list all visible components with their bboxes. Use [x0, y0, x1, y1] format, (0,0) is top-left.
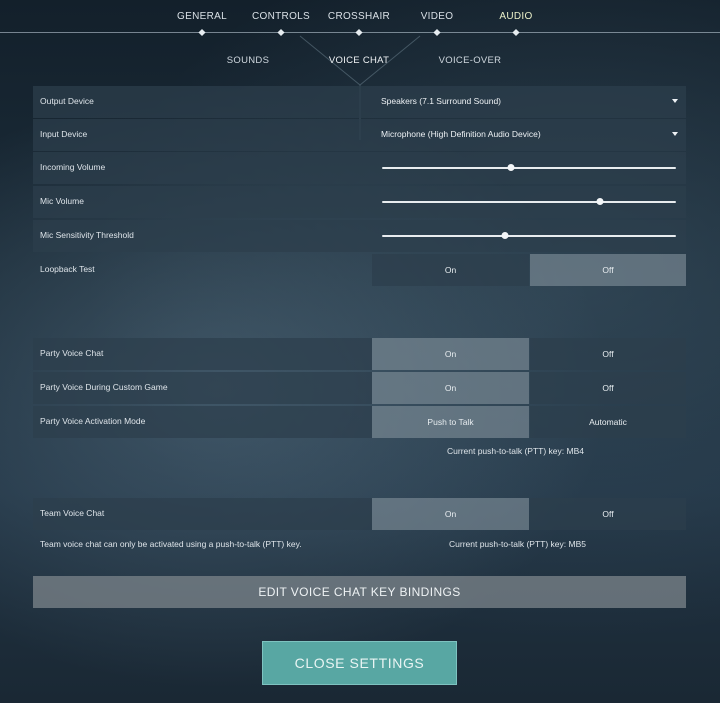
party-voice-on-button[interactable]: On: [372, 338, 529, 370]
subtab-voice-over[interactable]: VOICE-OVER: [439, 55, 502, 66]
input-device-dropdown[interactable]: Microphone (High Definition Audio Device…: [372, 119, 686, 151]
mic-volume-slider[interactable]: [372, 186, 686, 218]
output-device-label: Output Device: [40, 96, 94, 106]
subtab-voice-chat[interactable]: VOICE CHAT: [329, 55, 389, 66]
tab-video[interactable]: VIDEO: [421, 11, 454, 22]
mic-sensitivity-slider[interactable]: [372, 220, 686, 252]
input-device-value: Microphone (High Definition Audio Device…: [381, 129, 541, 139]
mic-volume-label: Mic Volume: [40, 196, 84, 206]
party-voice-custom-row: Party Voice During Custom Game On Off: [33, 372, 686, 404]
output-device-row: Output Device Speakers (7.1 Surround Sou…: [33, 86, 686, 118]
loopback-off-button[interactable]: Off: [530, 254, 686, 286]
incoming-volume-label: Incoming Volume: [40, 162, 106, 172]
party-voice-chat-label: Party Voice Chat: [40, 348, 104, 358]
slider-thumb[interactable]: [507, 164, 515, 171]
output-device-value: Speakers (7.1 Surround Sound): [381, 96, 502, 106]
team-voice-note: Team voice chat can only be activated us…: [40, 539, 302, 549]
edit-voice-chat-keybindings-button[interactable]: EDIT VOICE CHAT KEY BINDINGS: [33, 576, 686, 608]
slider-thumb[interactable]: [596, 198, 604, 205]
party-ptt-key-note: Current push-to-talk (PTT) key: MB4: [447, 446, 584, 456]
mic-sensitivity-row: Mic Sensitivity Threshold: [33, 220, 686, 252]
party-activation-label: Party Voice Activation Mode: [40, 416, 146, 426]
input-device-row: Input Device Microphone (High Definition…: [33, 119, 686, 151]
push-to-talk-button[interactable]: Push to Talk: [372, 406, 529, 438]
mic-volume-row: Mic Volume: [33, 186, 686, 218]
close-settings-button[interactable]: CLOSE SETTINGS: [262, 641, 457, 685]
caret-down-icon: [672, 99, 678, 103]
tab-crosshair[interactable]: CROSSHAIR: [328, 11, 390, 22]
slider-track[interactable]: [382, 201, 676, 203]
output-device-dropdown[interactable]: Speakers (7.1 Surround Sound): [372, 86, 686, 118]
party-custom-on-button[interactable]: On: [372, 372, 529, 404]
party-voice-custom-label: Party Voice During Custom Game: [40, 382, 168, 392]
incoming-volume-slider[interactable]: [372, 152, 686, 184]
slider-thumb[interactable]: [501, 232, 509, 239]
mic-sensitivity-label: Mic Sensitivity Threshold: [40, 230, 134, 240]
party-activation-row: Party Voice Activation Mode Push to Talk…: [33, 406, 686, 438]
tab-general[interactable]: GENERAL: [177, 11, 227, 22]
tab-controls[interactable]: CONTROLS: [252, 11, 310, 22]
input-device-label: Input Device: [40, 129, 88, 139]
incoming-volume-row: Incoming Volume: [33, 152, 686, 184]
party-custom-off-button[interactable]: Off: [530, 372, 686, 404]
automatic-button[interactable]: Automatic: [530, 406, 686, 438]
team-ptt-key-note: Current push-to-talk (PTT) key: MB5: [449, 539, 586, 549]
team-voice-on-button[interactable]: On: [372, 498, 529, 530]
caret-down-icon: [672, 132, 678, 136]
party-voice-off-button[interactable]: Off: [530, 338, 686, 370]
party-voice-chat-row: Party Voice Chat On Off: [33, 338, 686, 370]
loopback-test-row: Loopback Test On Off: [33, 254, 686, 286]
team-voice-chat-row: Team Voice Chat On Off: [33, 498, 686, 530]
tab-audio[interactable]: AUDIO: [499, 11, 532, 22]
subtab-sounds[interactable]: SOUNDS: [227, 55, 269, 66]
loopback-on-button[interactable]: On: [372, 254, 529, 286]
slider-track[interactable]: [382, 235, 676, 237]
slider-track[interactable]: [382, 167, 676, 169]
team-voice-off-button[interactable]: Off: [530, 498, 686, 530]
loopback-test-label: Loopback Test: [40, 264, 95, 274]
team-voice-chat-label: Team Voice Chat: [40, 508, 105, 518]
